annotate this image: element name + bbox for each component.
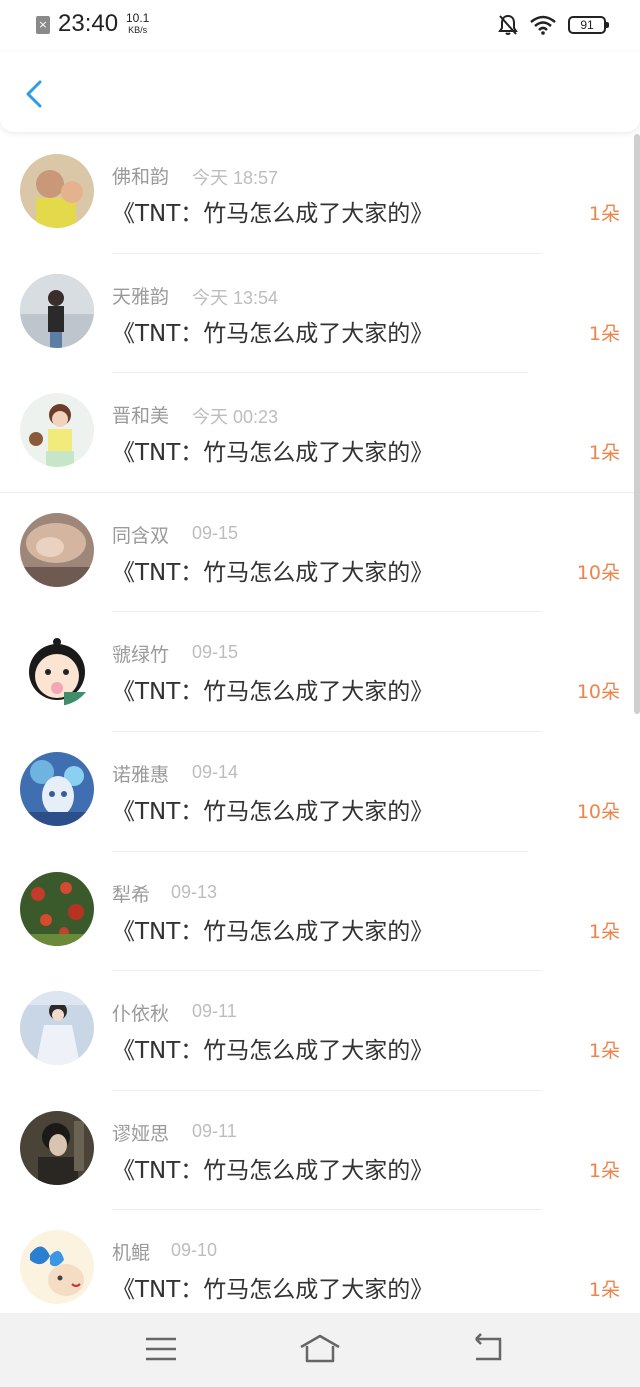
flower-count: 1朵 — [588, 1159, 620, 1182]
book-title: 《TNT：竹马怎么成了大家的》 — [112, 201, 434, 227]
flower-count: 1朵 — [588, 442, 620, 465]
menu-button[interactable] — [141, 1331, 181, 1367]
home-icon — [300, 1334, 340, 1363]
scrollbar[interactable] — [634, 134, 640, 714]
status-time: 23:40 — [58, 10, 119, 37]
gift-date: 09-10 — [171, 1240, 218, 1261]
network-speed-value: 10.1 — [126, 11, 150, 25]
flower-count: 1朵 — [588, 1279, 620, 1302]
user-name: 佛和韵 — [112, 166, 170, 188]
return-icon — [475, 1333, 502, 1361]
list-item[interactable]: 谬娅思 09-11 《TNT：竹马怎么成了大家的》 1朵 — [0, 1091, 640, 1211]
list-item[interactable]: 犁希 09-13 《TNT：竹马怎么成了大家的》 1朵 — [0, 852, 640, 972]
user-name: 犁希 — [112, 883, 151, 906]
gift-date: 09-11 — [192, 1120, 237, 1141]
book-title: 《TNT：竹马怎么成了大家的》 — [112, 1277, 434, 1304]
user-name: 机鲲 — [112, 1242, 151, 1265]
flower-count: 1朵 — [588, 920, 620, 943]
avatar — [20, 632, 94, 707]
status-bar: × 23:40 10.1 KB/s 91 — [0, 0, 640, 52]
list-item[interactable]: 晋和美 今天 00:23 《TNT：竹马怎么成了大家的》 1朵 — [0, 373, 640, 493]
status-icons: 91 — [498, 14, 609, 36]
nav-header — [0, 52, 640, 132]
book-title: 《TNT：竹马怎么成了大家的》 — [112, 559, 434, 586]
gift-date: 09-15 — [192, 522, 239, 543]
list-item[interactable]: 天雅韵 今天 13:54 《TNT：竹马怎么成了大家的》 1朵 — [0, 254, 640, 374]
list-item[interactable]: 诺雅惠 09-14 《TNT：竹马怎么成了大家的》 10朵 — [0, 732, 640, 852]
flower-count: 10朵 — [576, 800, 620, 823]
flower-gift-list: 佛和韵 今天 18:57 《TNT：竹马怎么成了大家的》 1朵 天雅韵 今天 1… — [0, 134, 640, 1330]
list-item[interactable]: 机鲲 09-10 《TNT：竹马怎么成了大家的》 1朵 — [0, 1210, 640, 1330]
avatar — [20, 512, 94, 587]
avatar — [20, 1110, 94, 1185]
gift-date: 09-13 — [171, 881, 218, 902]
user-name: 晋和美 — [112, 405, 170, 428]
flower-count: 1朵 — [588, 322, 620, 345]
list-item[interactable]: 虢绿竹 09-15 《TNT：竹马怎么成了大家的》 10朵 — [0, 612, 640, 732]
network-speed-unit: KB/s — [128, 25, 148, 35]
list-item[interactable]: 仆依秋 09-11 《TNT：竹马怎么成了大家的》 1朵 — [0, 971, 640, 1091]
sim-card-icon: × — [36, 16, 50, 34]
book-title: 《TNT：竹马怎么成了大家的》 — [112, 798, 434, 825]
book-title: 《TNT：竹马怎么成了大家的》 — [112, 1157, 434, 1184]
gift-date: 今天 00:23 — [192, 407, 279, 428]
bell-muted-icon — [498, 14, 518, 35]
book-title: 《TNT：竹马怎么成了大家的》 — [112, 1038, 434, 1065]
user-name: 诺雅惠 — [112, 763, 170, 786]
avatar — [20, 871, 94, 946]
avatar — [20, 154, 94, 228]
avatar — [20, 991, 94, 1066]
gift-date: 09-15 — [192, 642, 239, 663]
book-title: 《TNT：竹马怎么成了大家的》 — [112, 918, 434, 945]
gift-date: 今天 18:57 — [192, 168, 279, 188]
avatar — [20, 1230, 94, 1305]
menu-icon — [146, 1337, 176, 1361]
user-name: 虢绿竹 — [112, 644, 170, 667]
avatar — [20, 751, 94, 826]
gift-date: 09-11 — [192, 1001, 237, 1022]
user-name: 同含双 — [112, 524, 170, 547]
back-nav-button[interactable] — [468, 1331, 508, 1367]
book-title: 《TNT：竹马怎么成了大家的》 — [112, 679, 434, 706]
gift-date: 今天 13:54 — [192, 287, 279, 308]
gift-date: 09-14 — [192, 761, 239, 782]
book-title: 《TNT：竹马怎么成了大家的》 — [112, 320, 434, 347]
list-item[interactable]: 佛和韵 今天 18:57 《TNT：竹马怎么成了大家的》 1朵 — [0, 134, 640, 254]
back-button[interactable] — [18, 74, 54, 114]
user-name: 仆依秋 — [112, 1003, 170, 1026]
flower-count: 1朵 — [588, 203, 620, 225]
user-name: 谬娅思 — [112, 1122, 170, 1145]
flower-count: 1朵 — [588, 1040, 620, 1063]
battery-icon: 91 — [568, 16, 609, 34]
wifi-icon — [530, 15, 556, 35]
system-nav-bar — [0, 1313, 640, 1387]
network-speed: 10.1 KB/s — [126, 12, 149, 36]
flower-count: 10朵 — [576, 561, 620, 584]
user-name: 天雅韵 — [112, 285, 170, 308]
book-title: 《TNT：竹马怎么成了大家的》 — [112, 440, 434, 467]
list-item[interactable]: 同含双 09-15 《TNT：竹马怎么成了大家的》 10朵 — [0, 493, 640, 613]
flower-count: 10朵 — [576, 681, 620, 704]
home-button[interactable] — [298, 1331, 342, 1367]
avatar — [20, 273, 94, 348]
chevron-left-icon — [26, 80, 42, 108]
avatar — [20, 393, 94, 468]
